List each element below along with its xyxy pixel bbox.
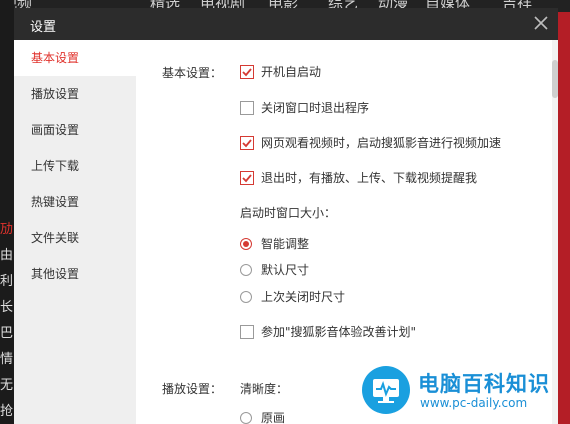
window-smart-label: 智能调整: [261, 237, 310, 251]
section-label-basic: 基本设置：: [162, 66, 223, 80]
background-list-char: 由: [0, 248, 14, 263]
dialog-titlebar: 设置: [14, 8, 558, 40]
window-last-radio[interactable]: [240, 291, 252, 303]
watermark: 电脑百科知识 www.pc-daily.com: [358, 364, 570, 424]
web-acceleration-label: 网页观看视频时，启动搜狐影音进行视频加速: [261, 136, 502, 150]
clarity-label: 清晰度：: [240, 382, 289, 396]
watermark-url: www.pc-daily.com: [420, 396, 528, 410]
exit-on-close-checkbox[interactable]: [240, 101, 254, 115]
join-plan-label: 参加"搜狐影音体验改善计划": [261, 325, 417, 339]
sidebar-item-display[interactable]: 画面设置: [14, 112, 136, 148]
exit-on-close-label: 关闭窗口时退出程序: [261, 101, 370, 115]
section-label-playback: 播放设置：: [162, 382, 223, 396]
sidebar-item-basic[interactable]: 基本设置: [14, 40, 136, 76]
sidebar-item-hotkeys[interactable]: 热键设置: [14, 184, 136, 220]
clarity-original-radio[interactable]: [240, 412, 252, 424]
sidebar-item-transfer[interactable]: 上传下载: [14, 148, 136, 184]
window-size-label: 启动时窗口大小：: [240, 206, 337, 220]
sidebar-item-file-association[interactable]: 文件关联: [14, 220, 136, 256]
autostart-checkbox[interactable]: [240, 65, 254, 79]
background-list-char: 长: [0, 300, 14, 315]
exit-reminder-label: 退出时，有播放、上传、下载视频提醒我: [261, 171, 478, 185]
background-list-char: 抢: [0, 404, 14, 419]
watermark-text: 电脑百科知识: [418, 372, 550, 396]
settings-dialog: 设置 基本设置 播放设置 画面设置 上传下载 热键设置 文件关联 其他设置 基本…: [14, 8, 558, 424]
clarity-original-label: 原画: [261, 411, 286, 424]
background-thumbnail: [558, 12, 570, 424]
background-list-char: 利: [0, 274, 14, 289]
exit-reminder-checkbox[interactable]: [240, 171, 254, 185]
window-smart-radio[interactable]: [240, 238, 252, 250]
background-list-char: 无: [0, 378, 14, 393]
background-list-char: 劢: [0, 222, 14, 237]
web-acceleration-checkbox[interactable]: [240, 136, 254, 150]
autostart-label: 开机自启动: [261, 65, 322, 79]
window-last-label: 上次关闭时尺寸: [261, 290, 346, 304]
background-list-char: 巴: [0, 326, 14, 341]
window-default-label: 默认尺寸: [261, 263, 310, 277]
background-list: 劢 由 利 长 巴 情 无 抢: [0, 0, 14, 424]
settings-sidebar: 基本设置 播放设置 画面设置 上传下载 热键设置 文件关联 其他设置: [14, 40, 136, 424]
scrollbar-thumb[interactable]: [552, 60, 558, 98]
background-list-char: 情: [0, 352, 14, 367]
join-plan-checkbox[interactable]: [240, 325, 254, 339]
monitor-icon: [362, 366, 410, 414]
sidebar-item-other[interactable]: 其他设置: [14, 256, 136, 292]
sidebar-item-playback[interactable]: 播放设置: [14, 76, 136, 112]
dialog-title: 设置: [30, 20, 57, 35]
close-icon[interactable]: [532, 14, 550, 32]
window-default-radio[interactable]: [240, 264, 252, 276]
